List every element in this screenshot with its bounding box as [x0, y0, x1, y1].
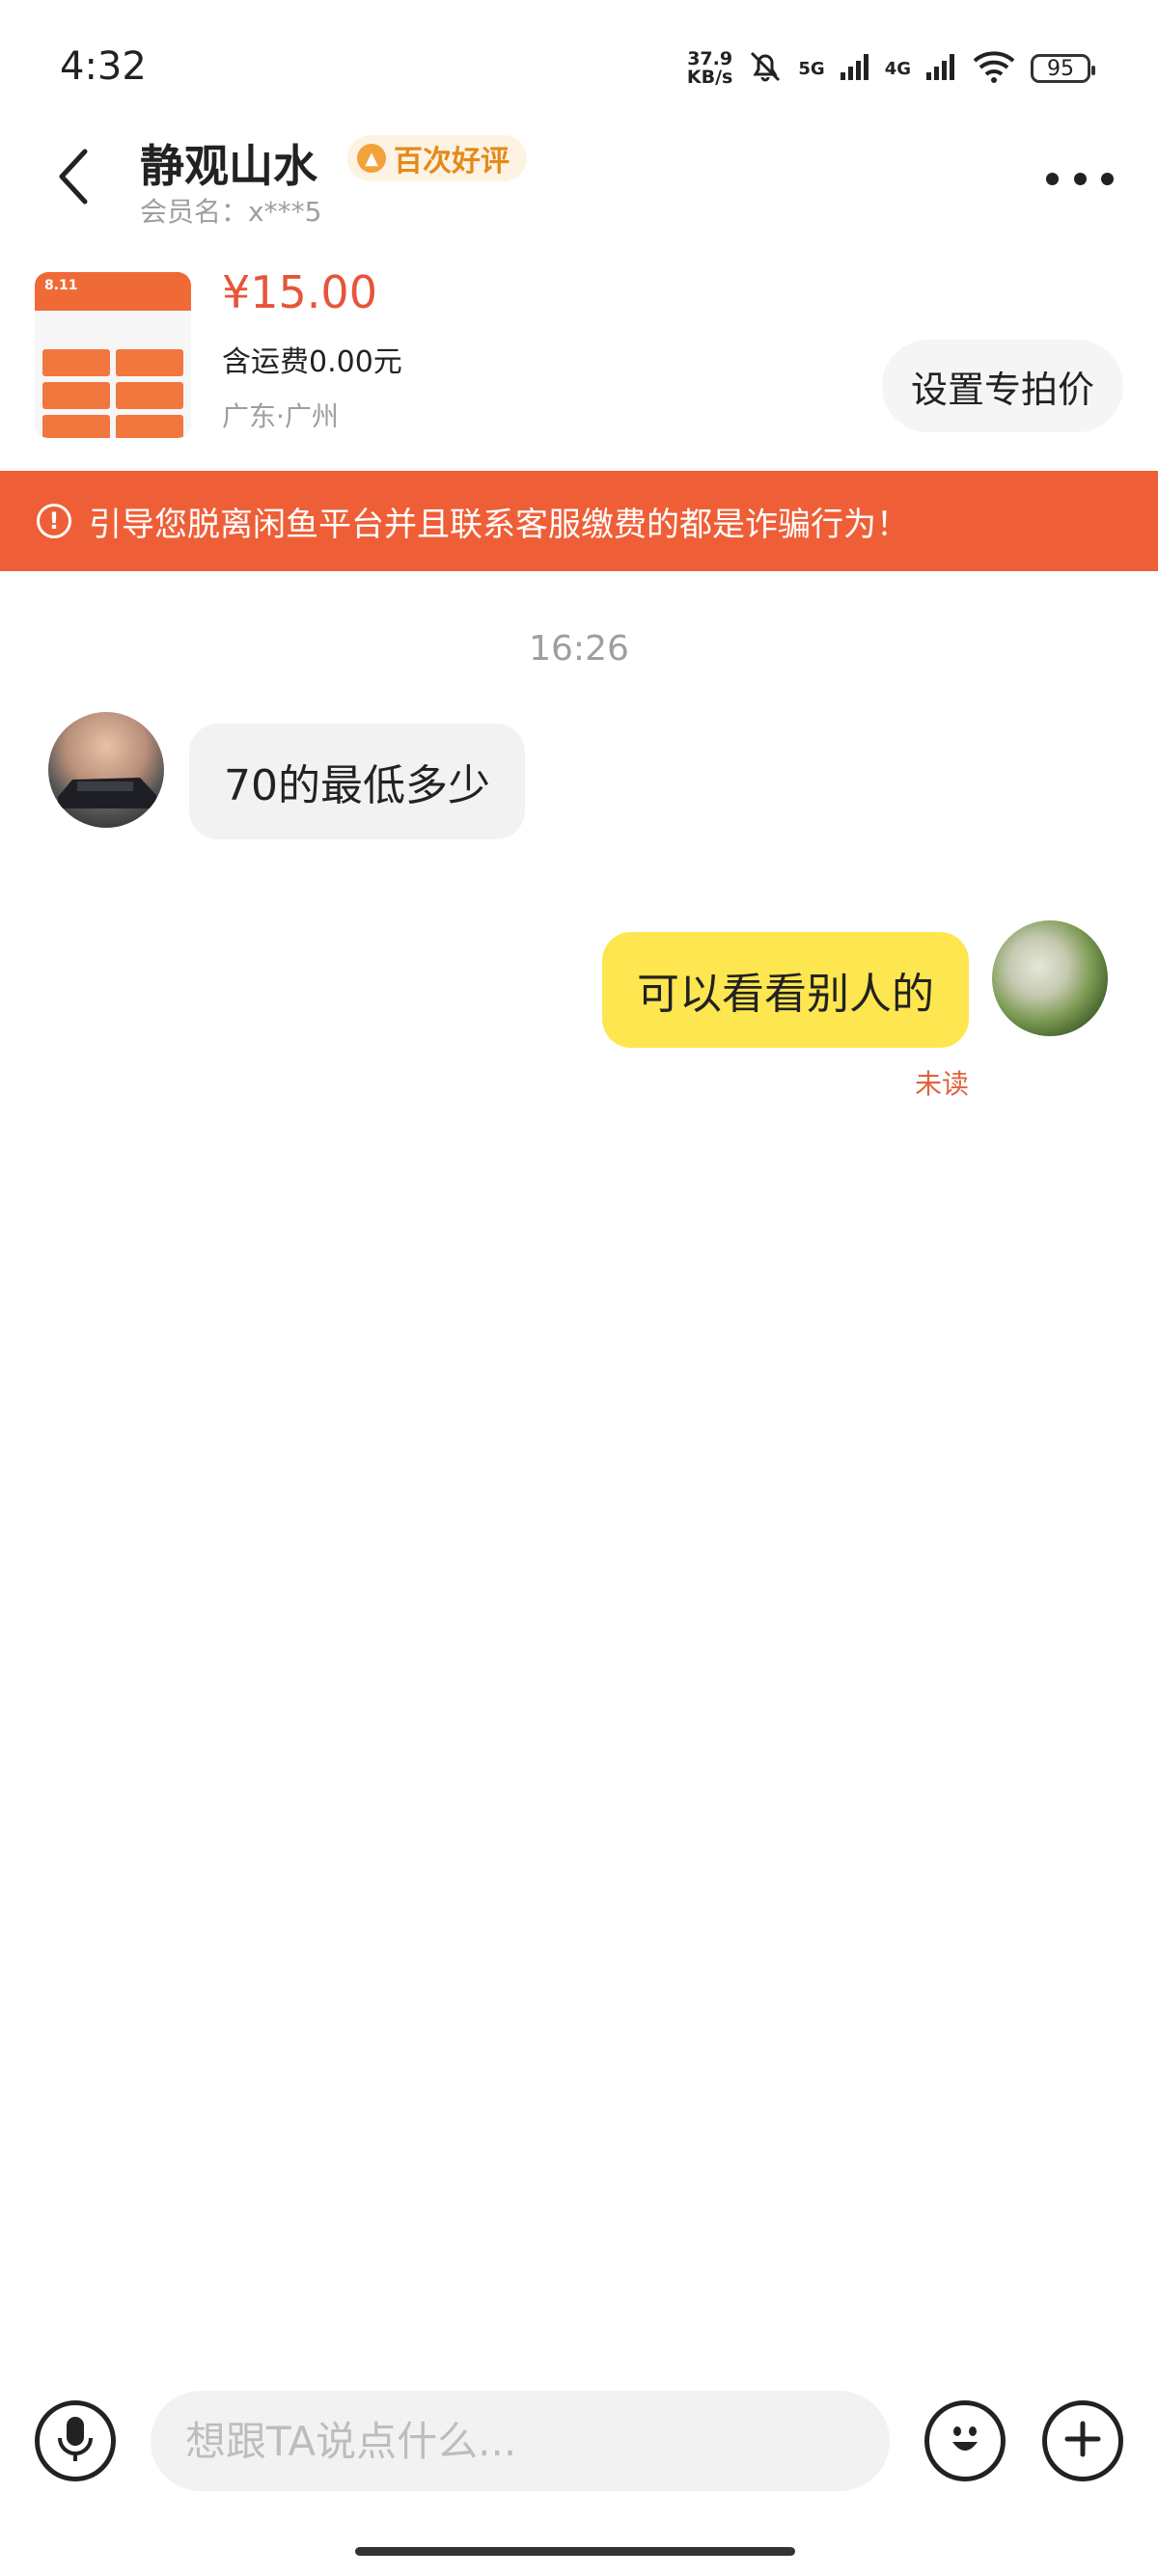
more-dots-icon: [1073, 172, 1087, 185]
my-avatar[interactable]: [992, 920, 1108, 1036]
message-bubble-sent[interactable]: 可以看看别人的: [602, 932, 969, 1048]
chevron-left-icon: [54, 148, 93, 209]
signal-5g-label: 5G: [798, 58, 825, 79]
status-icons: 37.9 KB/s 5G 4G 95: [687, 44, 1095, 93]
back-button[interactable]: [44, 145, 102, 212]
signal-4g-label: 4G: [884, 58, 911, 79]
chat-header: 静观山水 ▲ 百次好评 会员名：x***5: [0, 125, 1158, 232]
contact-name[interactable]: 静观山水: [140, 131, 317, 195]
voice-button[interactable]: [35, 2400, 116, 2481]
emoji-button[interactable]: [924, 2400, 1006, 2481]
network-speed: 37.9 KB/s: [687, 50, 732, 87]
exclamation-circle-icon: !: [37, 504, 71, 538]
thumbs-up-icon: ▲: [357, 144, 386, 173]
rating-badge: ▲ 百次好评: [347, 135, 527, 181]
smiley-icon: [941, 2415, 989, 2467]
wifi-icon: [971, 49, 1017, 88]
network-speed-unit: KB/s: [686, 67, 733, 88]
product-thumbnail[interactable]: 8.11: [35, 272, 191, 438]
signal-bars-icon: [839, 51, 871, 86]
battery-level: 95: [1047, 56, 1074, 81]
message-bubble-received[interactable]: 70的最低多少: [189, 724, 525, 839]
plus-icon: [1062, 2418, 1104, 2464]
fraud-warning-banner: ! 引导您脱离闲鱼平台并且联系客服缴费的都是诈骗行为！: [0, 471, 1158, 571]
status-time: 4:32: [60, 44, 147, 89]
car-photo: [58, 778, 156, 808]
add-attachment-button[interactable]: [1042, 2400, 1123, 2481]
shipping-info: 含运费0.00元: [222, 345, 402, 379]
member-name: 会员名：x***5: [140, 196, 322, 228]
microphone-icon: [54, 2413, 96, 2469]
set-special-price-button[interactable]: 设置专拍价: [881, 340, 1123, 432]
home-indicator[interactable]: [355, 2547, 795, 2556]
message-input[interactable]: [151, 2391, 890, 2491]
more-dots-icon: [1046, 172, 1059, 185]
product-price: ¥15.00: [222, 266, 377, 318]
more-options-button[interactable]: [1046, 164, 1114, 193]
status-bar: 4:32 37.9 KB/s 5G 4G 95: [0, 0, 1158, 135]
signal-bars-icon: [924, 51, 957, 86]
battery-indicator: 95: [1031, 54, 1095, 83]
thumbnail-grid: [35, 311, 191, 438]
contact-avatar[interactable]: [48, 712, 164, 828]
input-bar: [0, 2383, 1158, 2499]
product-location: 广东·广州: [222, 400, 339, 432]
fraud-warning-text: 引导您脱离闲鱼平台并且联系客服缴费的都是诈骗行为！: [89, 505, 909, 544]
more-dots-icon: [1101, 172, 1114, 185]
product-card[interactable]: 8.11 ¥15.00 含运费0.00元 广东·广州 设置专拍价: [0, 260, 1158, 453]
mute-bell-icon: [746, 47, 785, 90]
thumbnail-header: 8.11: [35, 272, 191, 311]
rating-badge-label: 百次好评: [394, 145, 510, 178]
message-timestamp: 16:26: [529, 629, 629, 669]
read-status: 未读: [914, 1068, 969, 1100]
